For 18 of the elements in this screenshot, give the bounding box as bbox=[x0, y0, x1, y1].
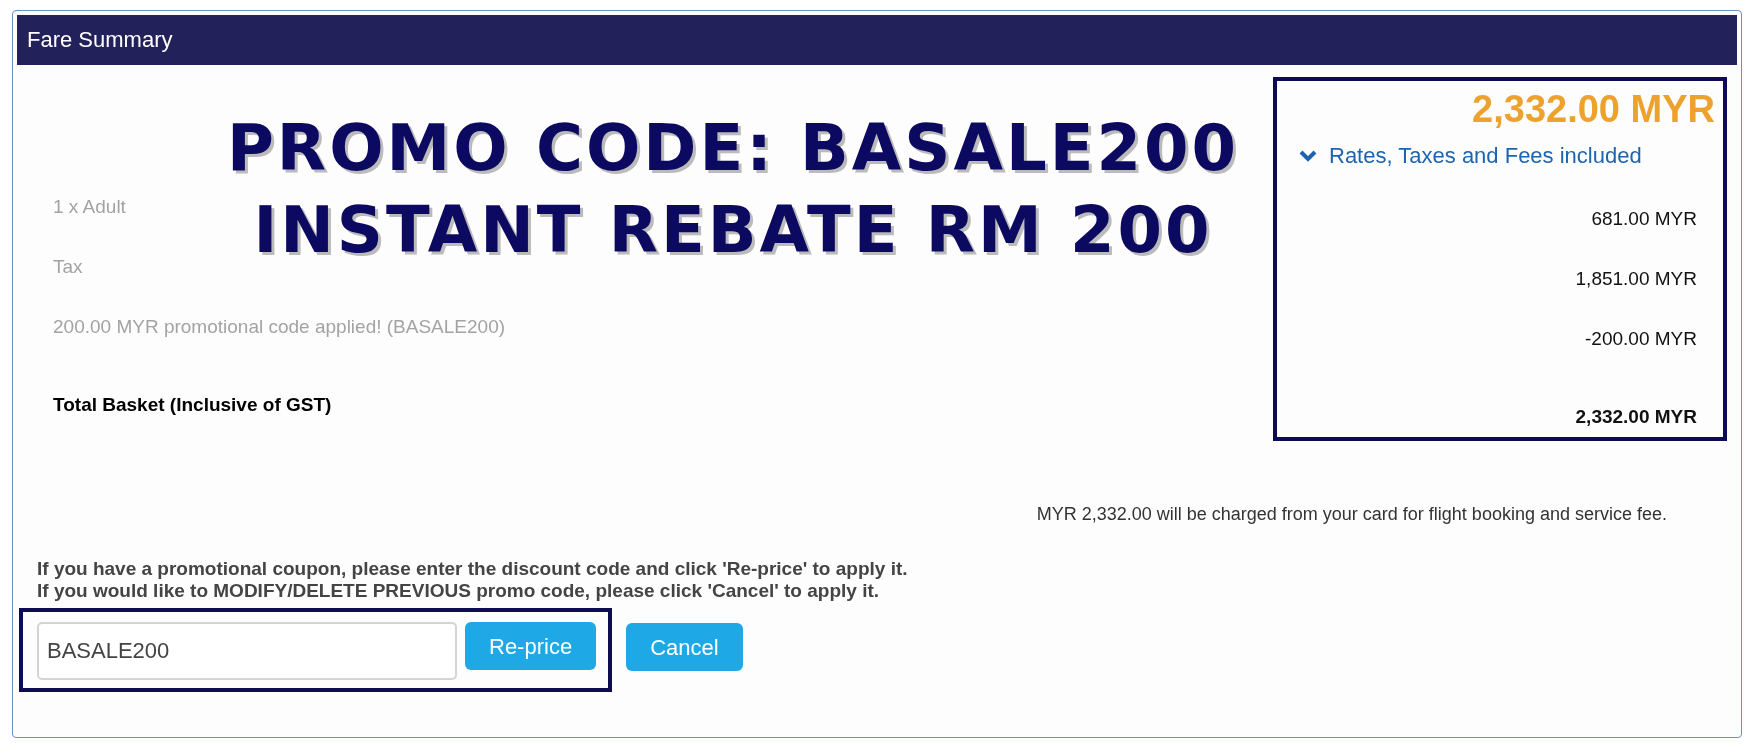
fare-label: Tax bbox=[53, 254, 83, 279]
breakdown-toggle[interactable]: Rates, Taxes and Fees included bbox=[1287, 139, 1642, 172]
total-label: Total Basket (Inclusive of GST) bbox=[53, 392, 332, 417]
fare-amount: 1,851.00 MYR bbox=[1575, 266, 1697, 291]
promo-annotation: INSTANT REBATE RM 200 bbox=[253, 192, 1213, 269]
panel-header: Fare Summary bbox=[17, 15, 1737, 65]
promo-annotation: PROMO CODE: BASALE200 bbox=[226, 110, 1240, 187]
chevron-icon bbox=[1299, 149, 1317, 162]
instruction-text: If you would like to MODIFY/DELETE PREVIOUS promo code, please click 'Cancel' to apply it. bbox=[37, 580, 880, 601]
fare-amount: 681.00 MYR bbox=[1591, 206, 1697, 231]
fare-label: 1 x Adult bbox=[53, 194, 126, 219]
fare-label: 200.00 MYR promotional code applied! (BASALE200) bbox=[53, 314, 506, 339]
promo-code-field[interactable]: BASALE200 bbox=[37, 622, 457, 680]
total-amount: 2,332.00 MYR bbox=[1575, 404, 1697, 429]
total-price: 2,332.00 MYR bbox=[1471, 87, 1715, 131]
instruction-text: If you have a promotional coupon, please enter the discount code and click 'Re-price' to apply it. bbox=[37, 558, 908, 579]
fare-amount: -200.00 MYR bbox=[1585, 326, 1697, 351]
charge-note: MYR 2,332.00 will be charged from your card for flight booking and service fee. bbox=[1036, 504, 1667, 524]
